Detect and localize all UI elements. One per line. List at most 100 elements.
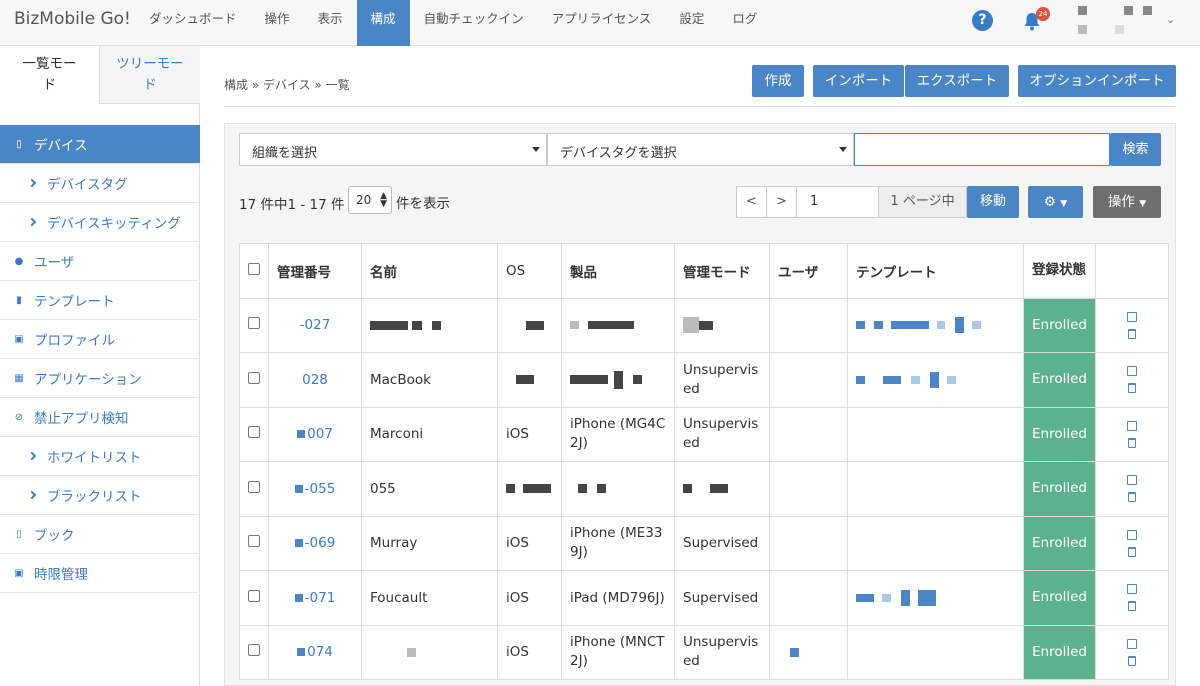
device-tag-select[interactable]: デバイスタグを選択	[547, 133, 854, 166]
device-user	[769, 461, 848, 517]
gear-icon: ⚙	[1043, 194, 1056, 210]
trash-icon[interactable]	[1127, 437, 1136, 448]
edit-icon[interactable]	[1126, 311, 1137, 322]
go-page-button[interactable]: 移動	[967, 186, 1019, 218]
edit-icon[interactable]	[1126, 584, 1137, 595]
sidebar-item-device-tags[interactable]: デバイスタグ	[0, 164, 200, 203]
select-all-checkbox[interactable]	[239, 243, 269, 299]
sidebar-item-whitelist[interactable]: ホワイトリスト	[0, 437, 200, 476]
header-name[interactable]: 名前	[361, 243, 498, 299]
trash-icon[interactable]	[1127, 655, 1136, 666]
nav-view[interactable]: 表示	[304, 0, 357, 46]
edit-icon[interactable]	[1126, 475, 1137, 486]
header-os[interactable]: OS	[497, 243, 562, 299]
nav-settings[interactable]: 設定	[665, 0, 718, 46]
device-id-link[interactable]: 007	[268, 406, 362, 462]
row-checkbox[interactable]	[239, 515, 269, 571]
device-id-link[interactable]: -027	[268, 297, 362, 353]
table-row[interactable]: 028 MacBook Unsupervised Enrolled	[239, 352, 1169, 408]
option-import-button[interactable]: オプションインポート	[1018, 65, 1176, 97]
app-logo[interactable]: BizMobile Go!	[14, 9, 131, 29]
export-button[interactable]: エクスポート	[905, 65, 1009, 97]
sidebar-item-blacklist[interactable]: ブラックリスト	[0, 476, 200, 515]
trash-icon[interactable]	[1127, 383, 1136, 394]
nav-configuration[interactable]: 構成	[356, 0, 410, 46]
page-size-select[interactable]: 20 ▲ ▼	[348, 186, 392, 214]
page-number-input[interactable]: 1	[796, 186, 879, 218]
trash-icon[interactable]	[1127, 546, 1136, 557]
row-checkbox[interactable]	[239, 297, 269, 353]
nav-operation[interactable]: 操作	[251, 0, 304, 46]
operations-dropdown-button[interactable]: 操作 ▼	[1093, 186, 1161, 218]
device-product: iPhone (MNCT2J)	[561, 624, 675, 680]
sidebar-item-books[interactable]: ▯ ブック	[0, 515, 200, 554]
sidebar-item-applications[interactable]: ▦ アプリケーション	[0, 359, 200, 398]
table-row[interactable]: -055 055 Enrolled	[239, 461, 1169, 517]
status-badge: Enrolled	[1023, 297, 1096, 353]
device-name	[361, 624, 498, 680]
trash-icon[interactable]	[1127, 328, 1136, 339]
nav-auto-checkin[interactable]: 自動チェックイン	[410, 0, 538, 46]
trash-icon[interactable]	[1127, 492, 1136, 503]
notification-badge: 24	[1036, 7, 1050, 21]
edit-icon[interactable]	[1126, 529, 1137, 540]
row-checkbox[interactable]	[239, 406, 269, 462]
tab-tree-mode[interactable]: ツリーモード	[100, 46, 200, 104]
device-mode	[674, 461, 770, 517]
table-row[interactable]: -069 Murray iOS iPhone (ME339J) Supervis…	[239, 515, 1169, 571]
search-input[interactable]	[854, 133, 1110, 166]
nav-app-license[interactable]: アプリライセンス	[538, 0, 666, 46]
device-id-link[interactable]: 028	[268, 352, 362, 408]
sidebar-item-profiles[interactable]: ▣ プロファイル	[0, 320, 200, 359]
edit-icon[interactable]	[1126, 366, 1137, 377]
device-product	[561, 297, 675, 353]
next-page-button[interactable]: >	[766, 186, 797, 218]
nav-log[interactable]: ログ	[718, 0, 771, 46]
device-id-link[interactable]: -055	[268, 461, 362, 517]
sidebar-item-users[interactable]: ● ユーザ	[0, 242, 200, 281]
sidebar-item-templates[interactable]: ▮ テンプレート	[0, 281, 200, 320]
edit-icon[interactable]	[1126, 420, 1137, 431]
sidebar-item-banned-apps[interactable]: ⊘ 禁止アプリ検知	[0, 398, 200, 437]
header-id[interactable]: 管理番号	[268, 243, 362, 299]
sidebar-item-devices[interactable]: ▯ デバイス	[0, 125, 200, 164]
header-template[interactable]: テンプレート	[847, 243, 1024, 299]
device-name: Foucault	[361, 570, 498, 626]
org-select[interactable]: 組織を選択	[239, 133, 547, 166]
trash-icon[interactable]	[1127, 601, 1136, 612]
settings-dropdown-button[interactable]: ⚙ ▼	[1028, 186, 1083, 218]
sidebar-item-time-limit[interactable]: ▣ 時限管理	[0, 554, 200, 593]
row-checkbox[interactable]	[239, 461, 269, 517]
help-icon[interactable]: ?	[972, 10, 993, 31]
top-bar: BizMobile Go! ダッシュボード 操作 表示 構成 自動チェックイン …	[0, 0, 1200, 46]
header-user[interactable]: ユーザ	[769, 243, 848, 299]
table-row[interactable]: 007 Marconi iOS iPhone (MG4C2J) Unsuperv…	[239, 406, 1169, 462]
prev-page-button[interactable]: <	[736, 186, 767, 218]
search-button[interactable]: 検索	[1110, 133, 1161, 166]
device-id-link[interactable]: 074	[268, 624, 362, 680]
row-checkbox[interactable]	[239, 624, 269, 680]
device-id-link[interactable]: -071	[268, 570, 362, 626]
device-id-link[interactable]: -069	[268, 515, 362, 571]
header-product[interactable]: 製品	[561, 243, 675, 299]
device-user	[769, 515, 848, 571]
import-button[interactable]: インポート	[813, 65, 904, 97]
nav-dashboard[interactable]: ダッシュボード	[135, 0, 251, 46]
edit-icon[interactable]	[1126, 638, 1137, 649]
sidebar-item-device-kitting[interactable]: デバイスキッティング	[0, 203, 200, 242]
status-badge: Enrolled	[1023, 352, 1096, 408]
device-template	[847, 570, 1024, 626]
row-checkbox[interactable]	[239, 570, 269, 626]
table-row[interactable]: 074 iOS iPhone (MNCT2J) Unsupervised Enr…	[239, 624, 1169, 680]
create-button[interactable]: 作成	[752, 65, 804, 97]
table-row[interactable]: -071 Foucault iOS iPad (MD796J) Supervis…	[239, 570, 1169, 626]
row-checkbox[interactable]	[239, 352, 269, 408]
chevron-down-icon[interactable]: ⌄	[1166, 13, 1175, 26]
header-status[interactable]: 登録状態	[1023, 243, 1096, 299]
device-product: iPhone (ME339J)	[561, 515, 675, 571]
header-mode[interactable]: 管理モード	[674, 243, 770, 299]
table-row[interactable]: -027 Enrolled	[239, 297, 1169, 353]
device-name: MacBook	[361, 352, 498, 408]
tab-list-mode[interactable]: 一覧モード	[0, 46, 100, 104]
table-header-row: 管理番号 名前 OS 製品 管理モード ユーザ テンプレート 登録状態	[239, 243, 1169, 299]
